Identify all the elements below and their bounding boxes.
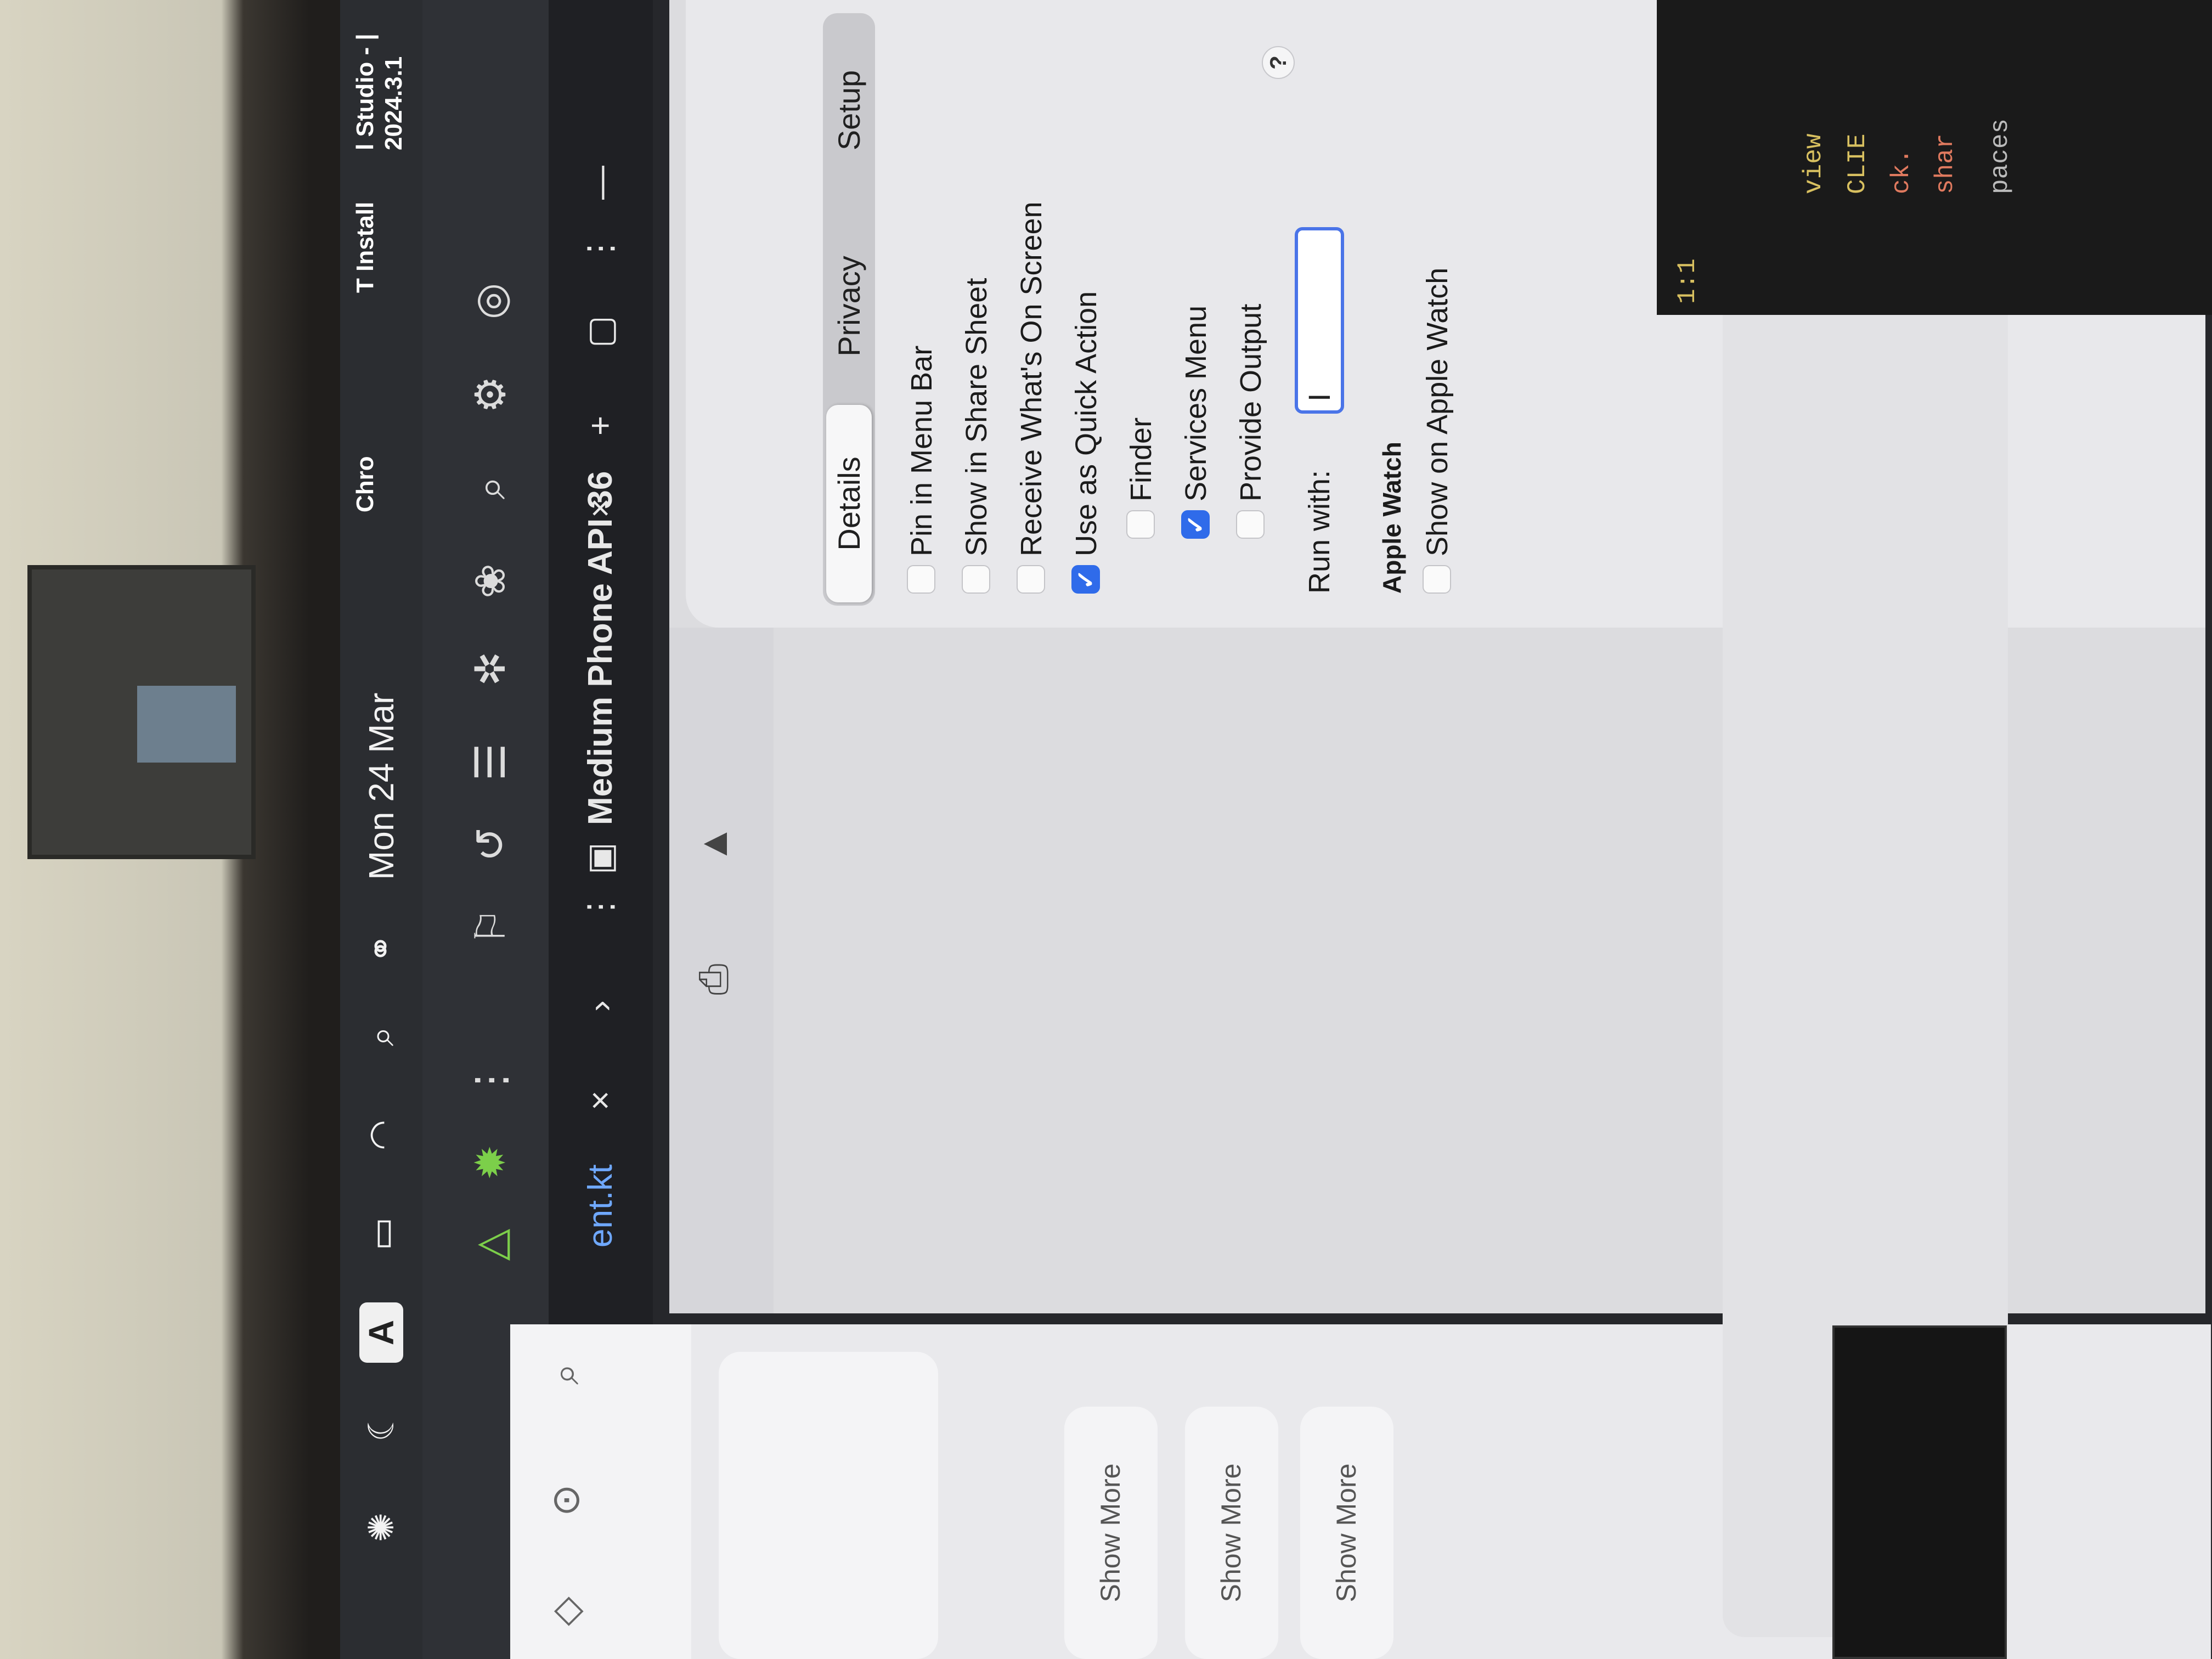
more-tabs-icon[interactable]: ⋮ [579, 890, 623, 924]
run-with-shortcut-field[interactable]: I [1295, 227, 1344, 414]
run-with-label: Run with: [1303, 470, 1336, 594]
dock-app-label[interactable]: T Install [351, 202, 380, 293]
code-line: ck. [1887, 149, 1916, 194]
run-icon[interactable]: △ [461, 1215, 521, 1275]
shortcut-card[interactable] [719, 1352, 938, 1659]
minimize-icon[interactable]: — [579, 166, 623, 200]
code-line: view [1799, 133, 1828, 194]
show-more-button[interactable]: Show More [1094, 1407, 1126, 1659]
debug-icon[interactable]: ✹ [461, 1132, 521, 1193]
tab-file[interactable]: ent.kt [579, 1164, 623, 1248]
share-icon[interactable]: ⎙ [691, 963, 737, 995]
translate-icon[interactable]: ↺ [461, 814, 521, 874]
menu-bar-date[interactable]: Mon 24 Mar [359, 639, 403, 880]
details-segmented-control: Details Privacy Setup [823, 13, 875, 606]
screenshot-thumbnail[interactable] [1832, 1325, 2007, 1659]
zoom-ratio[interactable]: 1:1 [1673, 258, 1702, 304]
checkbox-use-as-quick-action[interactable]: ✓ [1071, 565, 1100, 594]
tab-details[interactable]: Details [826, 405, 872, 602]
plugin-icon[interactable]: ❀ [461, 551, 521, 611]
gear-icon[interactable]: ⚙ [461, 364, 521, 425]
checkbox-pin-in-menu-bar[interactable] [907, 565, 935, 594]
play-icon[interactable]: ▲ [691, 825, 736, 864]
option-label: Services Menu [1180, 305, 1212, 501]
device-icon[interactable]: ▣ [579, 842, 623, 874]
dock-app-label[interactable]: Chro [351, 456, 380, 512]
checkbox-receive-whats-on-screen[interactable] [1017, 565, 1045, 594]
show-more-button[interactable]: Show More [1215, 1407, 1247, 1659]
option-label: Show in Share Sheet [960, 278, 993, 556]
shortcut-card[interactable]: Show More [1300, 1407, 1393, 1659]
rotated-screen-photo: ✺ ☾ A ▭ ◠ ⌕ ⚭ Mon 24 Mar Chro T Install … [0, 0, 2212, 1659]
input-source-indicator[interactable]: A [359, 1302, 403, 1363]
tab-close-icon[interactable]: × [579, 1077, 623, 1110]
more-icon[interactable]: ⋮ [461, 1050, 521, 1110]
option-label: Pin in Menu Bar [905, 345, 938, 556]
battery-icon[interactable]: ▭ [359, 1204, 403, 1264]
side-panel-header: ◇ ⊙ ⌕ [510, 1324, 691, 1659]
list-icon[interactable]: ☰ [461, 732, 521, 792]
window-toolbar: ⎙ ▲ ⊞ ⓘ [669, 407, 774, 1313]
more-options-icon[interactable]: ⊙ [543, 1484, 588, 1516]
add-tab-icon[interactable]: + [579, 403, 623, 436]
checkbox-show-in-share-sheet[interactable] [962, 565, 990, 594]
bug-icon[interactable]: ✲ [461, 639, 521, 699]
checkbox-provide-output[interactable] [1236, 510, 1265, 539]
checkbox-services-menu[interactable]: ✓ [1181, 510, 1210, 539]
moon-icon[interactable]: ☾ [359, 1396, 403, 1456]
option-label: Show on Apple Watch [1421, 267, 1454, 556]
checkbox-finder[interactable] [1126, 510, 1155, 539]
tab-setup[interactable]: Setup [826, 13, 872, 207]
help-button[interactable]: ? [1262, 46, 1295, 79]
chevron-right-icon[interactable]: › [579, 979, 623, 1012]
dock-app-label[interactable]: l Studio - | 2024.3.1 [351, 0, 408, 150]
option-label: Use as Quick Action [1070, 291, 1103, 556]
more-tabs-icon[interactable]: ⋮ [579, 232, 623, 266]
tab-close-icon[interactable]: × [579, 485, 623, 518]
show-more-button[interactable]: Show More [1330, 1407, 1362, 1659]
search-icon[interactable]: ⌕ [461, 458, 521, 518]
option-label: Provide Output [1234, 303, 1267, 501]
code-line: shar [1931, 133, 1960, 194]
search-icon[interactable]: ⌕ [543, 1363, 588, 1385]
openai-icon[interactable]: ✺ [359, 1494, 403, 1560]
tab-device[interactable]: Medium Phone API 36 [579, 471, 623, 825]
code-line: paces [1986, 118, 2015, 194]
code-line: CLIE [1843, 133, 1872, 194]
apple-watch-header: Apple Watch [1378, 442, 1406, 594]
layout-icon[interactable]: ▢ [579, 315, 623, 348]
option-label: Finder [1125, 417, 1158, 501]
code-editor-glimpse: 1:1 view CLIE ck. shar paces [1657, 0, 2212, 315]
shortcut-card[interactable]: Show More [1185, 1407, 1278, 1659]
tag-icon[interactable]: ◇ [543, 1596, 588, 1626]
tab-privacy[interactable]: Privacy [826, 207, 872, 405]
wifi-icon[interactable]: ◠ [359, 1105, 403, 1165]
control-center-icon[interactable]: ⚭ [359, 918, 403, 979]
option-label: Receive What's On Screen [1015, 201, 1048, 556]
mac-screen: ✺ ☾ A ▭ ◠ ⌕ ⚭ Mon 24 Mar Chro T Install … [340, 0, 2212, 1659]
module-icon[interactable]: ⚐ [461, 896, 521, 957]
shortcut-card[interactable]: Show More [1064, 1407, 1158, 1659]
search-icon[interactable]: ⌕ [359, 1006, 403, 1066]
checkbox-show-on-apple-watch[interactable] [1423, 565, 1451, 594]
account-icon[interactable]: ◎ [461, 271, 521, 331]
